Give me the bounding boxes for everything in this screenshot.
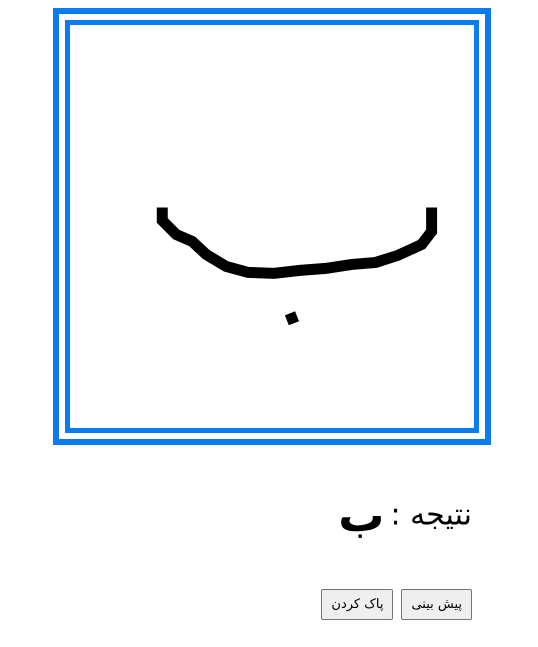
handwritten-stroke-layer: [156, 207, 438, 326]
drawing-canvas-frame: [53, 8, 491, 445]
handwritten-letter-dot-stroke: [284, 311, 300, 326]
result-display: نتیجه :ب: [338, 488, 472, 542]
handwritten-letter-body-stroke: [156, 207, 438, 279]
drawing-canvas[interactable]: [65, 20, 479, 433]
action-buttons: پیش بینی پاک کردن: [321, 589, 472, 620]
result-label: نتیجه :: [390, 497, 472, 533]
clear-button[interactable]: پاک کردن: [321, 589, 394, 620]
predict-button[interactable]: پیش بینی: [401, 589, 472, 620]
result-value: ب: [338, 488, 385, 542]
